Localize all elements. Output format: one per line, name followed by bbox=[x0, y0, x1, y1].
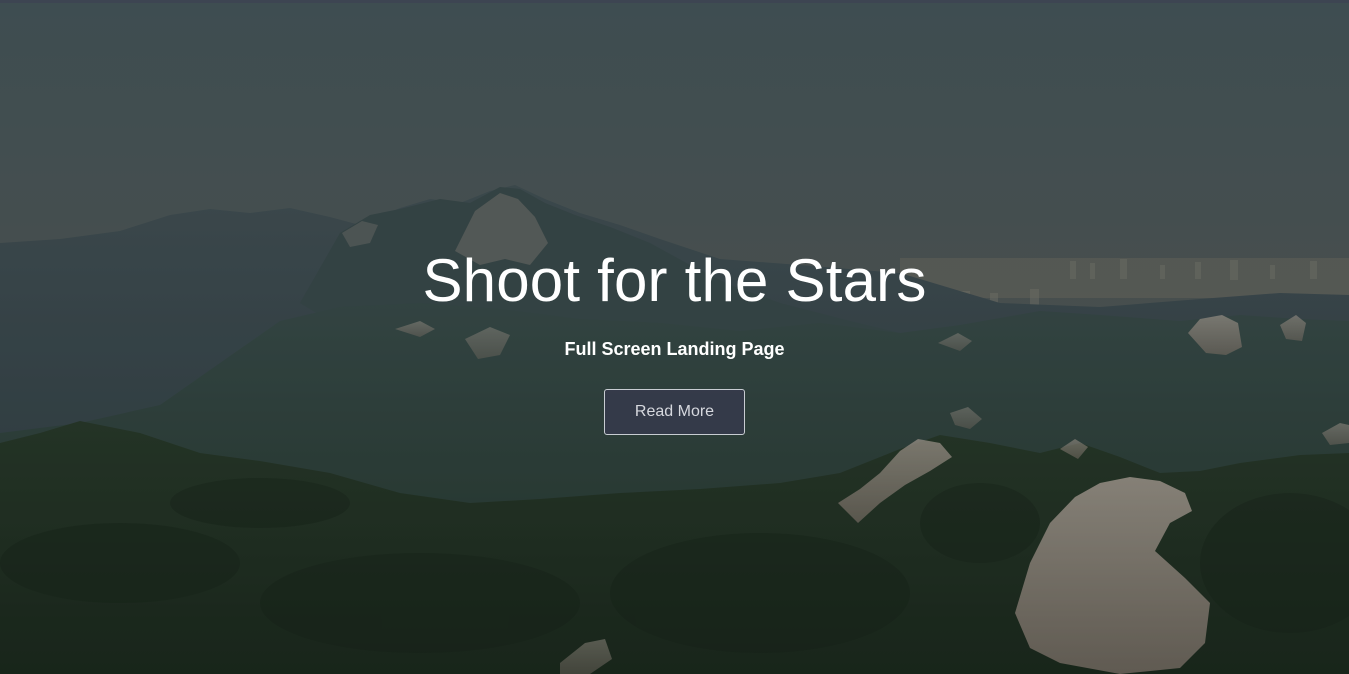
hero-subtitle: Full Screen Landing Page bbox=[564, 339, 785, 359]
read-more-button[interactable]: Read More bbox=[604, 389, 745, 435]
hero-content: Shoot for the Stars Full Screen Landing … bbox=[0, 243, 1349, 435]
hero-section: Shoot for the Stars Full Screen Landing … bbox=[0, 3, 1349, 674]
hero-title: Shoot for the Stars bbox=[422, 247, 927, 314]
top-border bbox=[0, 0, 1349, 3]
